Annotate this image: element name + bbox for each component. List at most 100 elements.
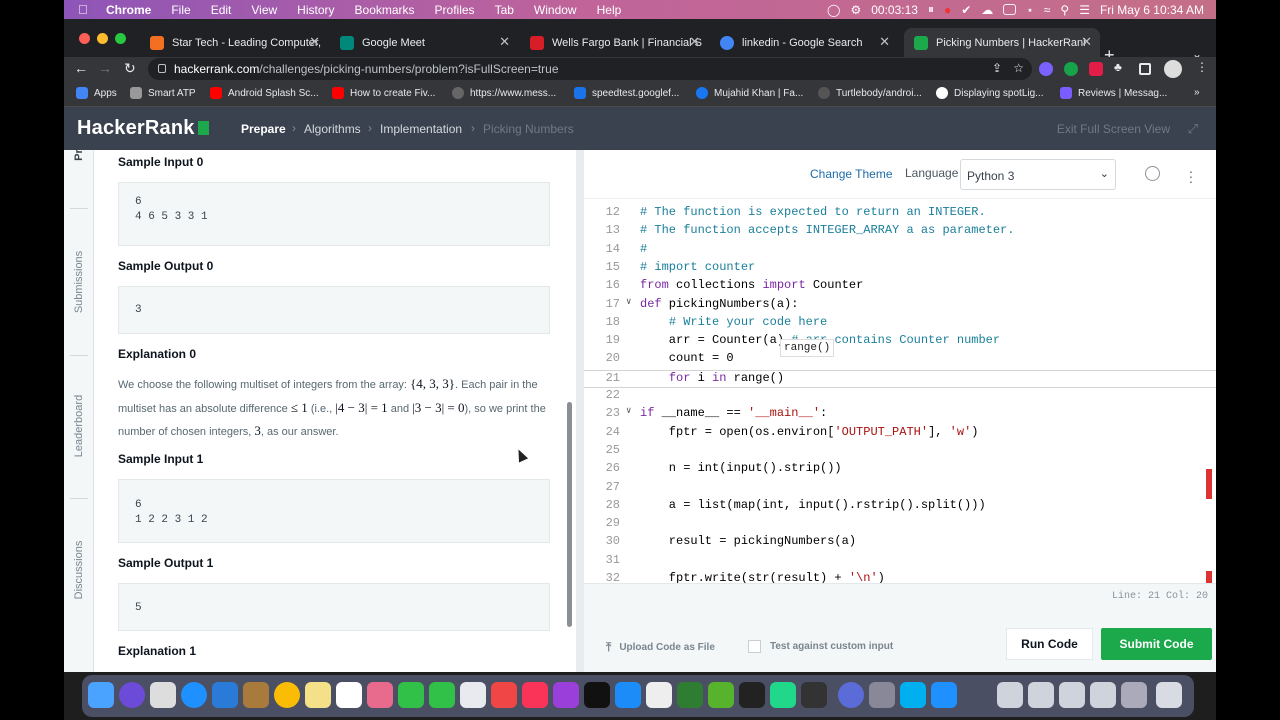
documents-stack-icon[interactable] xyxy=(997,682,1023,708)
cloud-icon[interactable]: ☁ xyxy=(981,3,993,17)
bookmark-apps[interactable]: Apps xyxy=(76,87,117,99)
menu-help[interactable]: Help xyxy=(597,3,622,17)
chrome-menu-icon[interactable]: ⋮ xyxy=(1196,60,1208,74)
code-line[interactable]: 29 xyxy=(584,516,1216,534)
code-line[interactable]: 28 a = list(map(int, input().rstrip().sp… xyxy=(584,498,1216,516)
menu-window[interactable]: Window xyxy=(534,3,577,17)
hackerrank-logo[interactable]: HackerRank xyxy=(77,117,209,140)
check-icon[interactable]: ✔ xyxy=(961,3,971,17)
close-tab-icon[interactable]: ✕ xyxy=(499,34,510,50)
folder-stack-icon[interactable] xyxy=(1059,682,1085,708)
close-tab-icon[interactable]: ✕ xyxy=(1081,34,1092,50)
recent-item-icon[interactable] xyxy=(1121,682,1147,708)
menu-history[interactable]: History xyxy=(297,3,334,17)
panel-splitter[interactable] xyxy=(576,150,584,672)
code-line[interactable]: 25 xyxy=(584,443,1216,461)
fold-chevron-icon[interactable]: ∨ xyxy=(626,297,631,307)
calendar-icon[interactable] xyxy=(336,682,362,708)
contacts-icon[interactable] xyxy=(243,682,269,708)
grammarly-icon[interactable] xyxy=(1064,62,1078,76)
pause-icon[interactable]: ⏸ xyxy=(928,2,934,17)
bookmark-turtlebody[interactable]: Turtlebody/androi... xyxy=(818,87,922,99)
close-tab-icon[interactable]: ✕ xyxy=(689,34,700,50)
close-window-icon[interactable] xyxy=(79,33,90,44)
search-icon[interactable]: ⚲ xyxy=(1060,3,1069,17)
bookmark-smart-atp[interactable]: Smart ATP xyxy=(130,87,196,99)
avatar[interactable] xyxy=(1164,60,1182,78)
bluetooth-icon[interactable]: ⋆ xyxy=(1026,3,1034,17)
extension-red-icon[interactable] xyxy=(1089,62,1103,76)
bookmark-how-to-create[interactable]: How to create Fiv... xyxy=(332,87,435,99)
tab-hackerrank[interactable]: Picking Numbers | HackerRank ✕ xyxy=(904,28,1100,57)
facetime-icon[interactable] xyxy=(398,682,424,708)
messages-icon[interactable] xyxy=(429,682,455,708)
code-line[interactable]: 22 xyxy=(584,388,1216,406)
disk-utility-icon[interactable] xyxy=(869,682,895,708)
lock-icon[interactable] xyxy=(158,64,166,73)
bookmark-star-icon[interactable]: ☆ xyxy=(1013,61,1024,75)
custom-input-label[interactable]: Test against custom input xyxy=(770,641,893,652)
collapse-icon[interactable]: ⤢ xyxy=(1188,121,1198,137)
back-icon[interactable]: ← xyxy=(74,60,88,76)
code-line[interactable]: 26 n = int(input().strip()) xyxy=(584,461,1216,479)
side-tab-submissions[interactable]: Submissions xyxy=(73,251,85,313)
mail-icon[interactable] xyxy=(212,682,238,708)
change-theme-link[interactable]: Change Theme xyxy=(810,167,893,181)
code-line[interactable]: 19 arr = Counter(a) # arr contains Count… xyxy=(584,333,1216,351)
tab-wells-fargo[interactable]: Wells Fargo Bank | Financial Se ✕ xyxy=(520,28,708,57)
apple-icon[interactable]:  xyxy=(78,2,96,17)
upload-code-button[interactable]: ⤒ Upload Code as File xyxy=(606,640,715,655)
forward-icon[interactable]: → xyxy=(98,60,112,76)
app-store-icon[interactable] xyxy=(615,682,641,708)
sidebar-icon[interactable] xyxy=(1139,63,1151,75)
breadcrumb-prepare[interactable]: Prepare xyxy=(241,122,286,136)
exit-full-screen-link[interactable]: Exit Full Screen View xyxy=(1057,122,1170,136)
address-bar[interactable]: hackerrank.com/challenges/picking-number… xyxy=(148,58,1032,80)
code-line[interactable]: 32 fptr.write(str(result) + '\n') xyxy=(584,571,1216,583)
bookmark-facebook[interactable]: Mujahid Khan | Fa... xyxy=(696,87,803,99)
menu-view[interactable]: View xyxy=(251,3,277,17)
screen-recorder-icon[interactable] xyxy=(838,682,864,708)
history-icon[interactable] xyxy=(1145,166,1160,181)
bookmark-spotlight[interactable]: Displaying spotLig... xyxy=(936,87,1044,99)
run-code-button[interactable]: Run Code xyxy=(1006,628,1093,660)
problem-scrollbar[interactable] xyxy=(567,402,572,627)
wifi-icon[interactable]: ≈ xyxy=(1044,3,1051,17)
more-options-icon[interactable]: ... xyxy=(1189,161,1193,185)
menu-file[interactable]: File xyxy=(171,3,190,17)
google-chat-icon[interactable] xyxy=(677,682,703,708)
code-line[interactable]: 17 def pickingNumbers(a): ∨ xyxy=(584,297,1216,315)
gear-icon[interactable]: ⚙ xyxy=(850,3,861,17)
control-center-icon[interactable]: ☰ xyxy=(1079,3,1090,17)
close-tab-icon[interactable]: ✕ xyxy=(879,34,890,50)
podcasts-icon[interactable] xyxy=(553,682,579,708)
siri-icon[interactable] xyxy=(119,682,145,708)
code-line[interactable]: 27 xyxy=(584,480,1216,498)
terminal-icon[interactable] xyxy=(739,682,765,708)
share-icon[interactable]: ⇪ xyxy=(992,61,1002,75)
menu-app-chrome[interactable]: Chrome xyxy=(106,3,151,17)
code-line[interactable]: 31 xyxy=(584,553,1216,571)
menubar-clock[interactable]: Fri May 6 10:34 AM xyxy=(1100,3,1204,17)
bookmark-speedtest[interactable]: speedtest.googlef... xyxy=(574,87,679,99)
tab-startech[interactable]: Star Tech - Leading Computer, ✕ xyxy=(140,28,328,57)
stop-icon[interactable]: ● xyxy=(944,3,951,17)
fold-chevron-icon[interactable]: ∨ xyxy=(626,406,631,416)
extension-icon[interactable] xyxy=(1039,62,1053,76)
activity-monitor-icon[interactable] xyxy=(801,682,827,708)
reload-icon[interactable]: ↻ xyxy=(124,60,136,77)
close-tab-icon[interactable]: ✕ xyxy=(309,34,320,50)
submit-code-button[interactable]: Submit Code xyxy=(1101,628,1212,660)
xcode-icon[interactable] xyxy=(931,682,957,708)
downloads-stack-icon[interactable] xyxy=(1028,682,1054,708)
skype-icon[interactable] xyxy=(900,682,926,708)
photos-icon[interactable] xyxy=(367,682,393,708)
code-line[interactable]: 13 # The function accepts INTEGER_ARRAY a… xyxy=(584,223,1216,241)
tab-google-meet[interactable]: Google Meet ✕ xyxy=(330,28,518,57)
puzzle-icon[interactable]: ♣ xyxy=(1114,60,1128,74)
bookmark-reviews[interactable]: Reviews | Messag... xyxy=(1060,87,1167,99)
language-select[interactable]: Python 3 ⌄ xyxy=(960,159,1116,190)
code-line[interactable]: 15 # import counter xyxy=(584,260,1216,278)
menu-bookmarks[interactable]: Bookmarks xyxy=(355,3,415,17)
zoom-window-icon[interactable] xyxy=(115,33,126,44)
